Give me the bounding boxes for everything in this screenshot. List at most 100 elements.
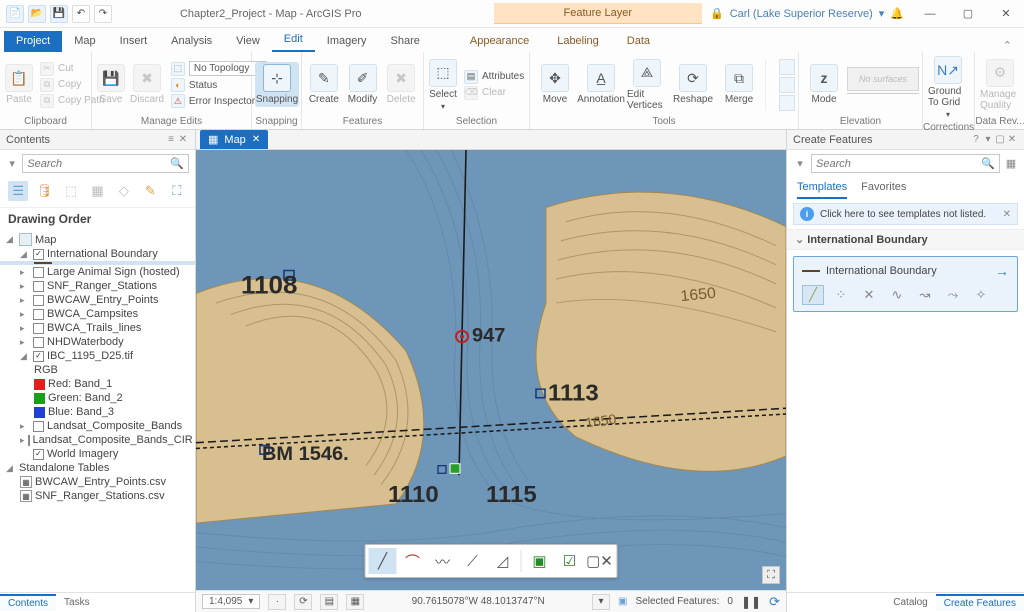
- coord-format-icon[interactable]: ▾: [592, 594, 610, 610]
- filter-icon[interactable]: ▾: [793, 157, 807, 170]
- qat-new-project[interactable]: 📄: [6, 5, 24, 23]
- layer-bwcaw-entry-points[interactable]: ▸BWCAW_Entry_Points: [0, 293, 195, 307]
- standalone-tables-node[interactable]: ◢Standalone Tables: [0, 461, 195, 475]
- tool-freehand[interactable]: ∿: [886, 285, 908, 305]
- list-by-drawing-order[interactable]: ☰: [8, 181, 28, 201]
- edit-vertices-tool[interactable]: ⟁Edit Vertices: [625, 57, 669, 113]
- pane-close-icon[interactable]: ✕: [177, 134, 189, 145]
- checkbox[interactable]: [33, 449, 44, 460]
- template-search[interactable]: 🔍: [811, 154, 1000, 173]
- list-by-snapping[interactable]: ◇: [114, 181, 134, 201]
- create-button[interactable]: ✎Create: [305, 62, 343, 107]
- map-scale-combo[interactable]: 1:4,095▾: [202, 594, 260, 609]
- templates-tab[interactable]: Templates: [797, 181, 847, 199]
- list-by-perspective[interactable]: ⛶: [167, 181, 187, 201]
- tool-stream[interactable]: ⤳: [942, 285, 964, 305]
- minimize-button[interactable]: —: [912, 3, 948, 25]
- tab-insert[interactable]: Insert: [108, 31, 160, 52]
- list-by-source[interactable]: 🛢: [34, 181, 54, 201]
- close-map-tab-icon[interactable]: ✕: [252, 134, 260, 145]
- list-by-selection[interactable]: ⬚: [61, 181, 81, 201]
- layer-landsat-composite[interactable]: ▸Landsat_Composite_Bands: [0, 419, 195, 433]
- contents-search-input[interactable]: [27, 158, 170, 170]
- create-features-tab[interactable]: Create Features: [936, 594, 1024, 611]
- tool-radial[interactable]: ✧: [970, 285, 992, 305]
- pane-dock-icon[interactable]: ▢: [994, 134, 1006, 145]
- qat-redo[interactable]: ↷: [94, 5, 112, 23]
- move-tool[interactable]: ✥Move: [533, 62, 577, 107]
- merge-tool[interactable]: ⧉Merge: [717, 62, 761, 107]
- status-rotation-icon[interactable]: ⟳: [294, 594, 312, 610]
- reshape-tool[interactable]: ⟳Reshape: [671, 62, 715, 107]
- map-node[interactable]: ◢Map: [0, 232, 195, 247]
- scale-lock-icon[interactable]: ·: [268, 594, 286, 610]
- modify-button[interactable]: ✐Modify: [344, 62, 382, 107]
- checkbox[interactable]: [33, 295, 44, 306]
- ground-to-grid-button[interactable]: N↗Ground To Grid▾: [926, 54, 970, 121]
- status-extent-icon[interactable]: ▤: [320, 594, 338, 610]
- tool-two-point[interactable]: ⁘: [830, 285, 852, 305]
- table-ranger-stations[interactable]: ▦SNF_Ranger_Stations.csv: [0, 489, 195, 503]
- checkbox[interactable]: [33, 281, 44, 292]
- favorites-tab[interactable]: Favorites: [861, 181, 906, 199]
- close-button[interactable]: ✕: [988, 3, 1024, 25]
- vertices-tool[interactable]: ▣: [526, 548, 554, 574]
- layer-world-imagery[interactable]: World Imagery: [0, 447, 195, 461]
- tool-line[interactable]: ╱: [802, 285, 824, 305]
- tool-gallery-up-icon[interactable]: [779, 59, 795, 75]
- checkbox[interactable]: [33, 309, 44, 320]
- layer-nhd-waterbody[interactable]: ▸NHDWaterbody: [0, 335, 195, 349]
- select-button[interactable]: ⬚Select▾: [427, 57, 459, 113]
- pane-menu-icon[interactable]: ≡: [165, 134, 177, 145]
- pane-close-icon[interactable]: ✕: [1006, 134, 1018, 145]
- maximize-button[interactable]: ▢: [950, 3, 986, 25]
- qat-undo[interactable]: ↶: [72, 5, 90, 23]
- curve-tool[interactable]: 〰: [429, 548, 457, 574]
- pane-help-icon[interactable]: ?: [970, 134, 982, 145]
- finish-tool[interactable]: ☑: [556, 548, 584, 574]
- template-options-icon[interactable]: ▦: [1004, 157, 1018, 170]
- right-angle-tool[interactable]: ◿: [489, 548, 517, 574]
- list-by-editing[interactable]: ▦: [87, 181, 107, 201]
- map-options-icon[interactable]: ⛶: [762, 566, 780, 584]
- templates-info-strip[interactable]: i Click here to see templates not listed…: [793, 203, 1018, 225]
- checkbox[interactable]: [28, 435, 30, 446]
- tab-imagery[interactable]: Imagery: [315, 31, 379, 52]
- tab-analysis[interactable]: Analysis: [159, 31, 224, 52]
- filter-icon[interactable]: ▾: [6, 157, 18, 170]
- checkbox[interactable]: [33, 249, 44, 260]
- attributes-button[interactable]: ▤Attributes: [460, 69, 528, 85]
- tab-view[interactable]: View: [224, 31, 272, 52]
- layer-snf-ranger-stations[interactable]: ▸SNF_Ranger_Stations: [0, 279, 195, 293]
- qat-save[interactable]: 💾: [50, 5, 68, 23]
- arc-tool[interactable]: ⌒: [399, 548, 427, 574]
- notification-icon[interactable]: 🔔: [890, 7, 904, 20]
- pane-menu-icon[interactable]: ▾: [982, 134, 994, 145]
- template-international-boundary[interactable]: International Boundary → ╱ ⁘ ✕ ∿ ↝ ⤳ ✧: [793, 256, 1018, 312]
- contents-tab[interactable]: Contents: [0, 594, 56, 611]
- snapping-button[interactable]: ⊹Snapping: [255, 62, 299, 107]
- map-canvas[interactable]: 1108 947 1113 BM 1546. 1110 1115 1650 16…: [196, 150, 786, 590]
- ribbon-collapse-icon[interactable]: ⌃: [995, 39, 1020, 52]
- tool-gallery-more-icon[interactable]: [779, 95, 795, 111]
- tab-map[interactable]: Map: [62, 31, 107, 52]
- annotation-tool[interactable]: A̲Annotation: [579, 62, 623, 107]
- tab-share[interactable]: Share: [379, 31, 432, 52]
- layer-bwca-trails-lines[interactable]: ▸BWCA_Trails_lines: [0, 321, 195, 335]
- signed-in-user[interactable]: 🔒 Carl (Lake Superior Reserve) ▾ 🔔: [702, 7, 912, 20]
- tab-appearance[interactable]: Appearance: [456, 31, 543, 52]
- layer-landsat-composite-cir[interactable]: ▸Landsat_Composite_Bands_CIR: [0, 433, 195, 447]
- tab-data[interactable]: Data: [613, 31, 664, 52]
- tool-point[interactable]: ✕: [858, 285, 880, 305]
- cancel-tool[interactable]: ▢✕: [586, 548, 614, 574]
- trace-tool[interactable]: ⟋: [459, 548, 487, 574]
- checkbox[interactable]: [33, 323, 44, 334]
- open-template-icon[interactable]: →: [995, 263, 1009, 279]
- line-tool[interactable]: ╱: [369, 548, 397, 574]
- template-group-header[interactable]: ⌄ International Boundary: [787, 229, 1024, 250]
- layer-bwca-campsites[interactable]: ▸BWCA_Campsites: [0, 307, 195, 321]
- layer-large-animal-sign[interactable]: ▸Large Animal Sign (hosted): [0, 265, 195, 279]
- map-view-tab[interactable]: ▦ Map ✕: [200, 130, 268, 149]
- catalog-tab[interactable]: Catalog: [885, 595, 935, 610]
- checkbox[interactable]: [33, 337, 44, 348]
